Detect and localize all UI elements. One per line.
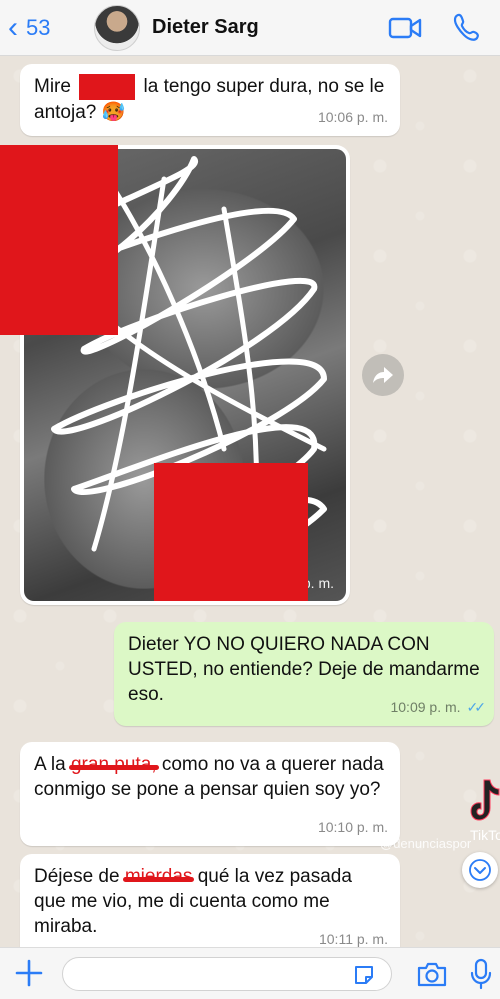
message-time: 10:11 p. m.: [318, 931, 388, 947]
message-time: 10:06 p. m.: [317, 109, 388, 125]
chat-header: ‹ 53 Dieter Sarg: [0, 0, 500, 56]
message-time: 10:09 p. m.: [390, 699, 461, 715]
redaction-block: [0, 145, 118, 335]
back-button[interactable]: ‹ 53: [8, 12, 50, 44]
message-text: Mire: [34, 76, 71, 98]
contact-name[interactable]: Dieter Sarg: [152, 16, 259, 39]
message-outgoing[interactable]: Dieter YO NO QUIERO NADA CON USTED, no e…: [114, 622, 494, 726]
redaction-block: [79, 74, 136, 100]
camera-icon[interactable]: [416, 960, 448, 988]
message-text: Déjese de: [34, 866, 120, 887]
avatar[interactable]: [94, 5, 140, 51]
forward-icon: [373, 367, 393, 383]
video-camera-icon[interactable]: [388, 15, 422, 41]
message-incoming[interactable]: A la gran puta, como no va a querer nada…: [20, 742, 400, 846]
image-message[interactable]: p. m.: [0, 145, 350, 605]
message-meta: 10:09 p. m. ✓✓: [390, 695, 487, 720]
sticker-icon[interactable]: [352, 963, 376, 987]
forward-button[interactable]: [362, 354, 404, 396]
redacted-word: gran puta,: [70, 754, 157, 775]
message-time: 10:10 p. m.: [317, 819, 388, 835]
redacted-word: mierdas: [124, 866, 193, 887]
microphone-icon[interactable]: [470, 958, 492, 990]
redaction-block: [154, 463, 308, 601]
message-text: A la: [34, 754, 66, 775]
unread-count: 53: [26, 15, 51, 40]
tiktok-label: TikTok: [470, 827, 500, 843]
chat-area[interactable]: Mire la tengo super dura, no se le antoj…: [0, 56, 500, 947]
chevron-left-icon: ‹: [8, 11, 18, 44]
message-incoming[interactable]: Déjese de mierdas qué la vez pasada que …: [20, 854, 400, 947]
read-receipt-icon: ✓✓: [466, 699, 487, 715]
phone-icon[interactable]: [452, 12, 480, 42]
chevron-down-icon: [469, 859, 491, 881]
message-composer: [0, 947, 500, 999]
message-input[interactable]: [62, 957, 392, 991]
tiktok-logo-icon: TikTok: [470, 779, 500, 843]
scroll-down-button[interactable]: [462, 852, 498, 888]
plus-icon[interactable]: [14, 958, 44, 988]
message-incoming[interactable]: Mire la tengo super dura, no se le antoj…: [20, 64, 400, 136]
watermark-text: @denunciaspor: [380, 836, 472, 851]
